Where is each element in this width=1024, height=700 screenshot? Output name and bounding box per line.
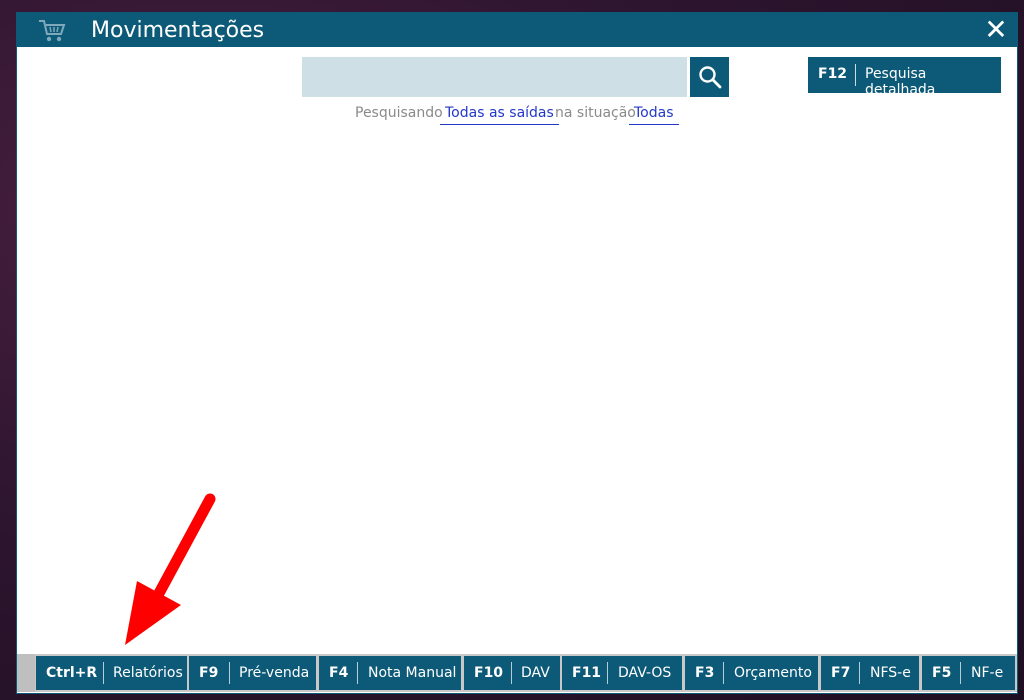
nfs-e-button[interactable]: F7 NFS-e	[821, 656, 919, 690]
search-input[interactable]	[302, 57, 687, 97]
button-label: Nota Manual	[368, 665, 457, 681]
manual-invoice-button[interactable]: F4 Nota Manual	[319, 656, 461, 690]
button-label: DAV-OS	[618, 665, 672, 681]
separator	[229, 662, 230, 684]
button-label: Pré-venda	[239, 665, 310, 681]
filter-type-link[interactable]: Todas as saídas	[440, 105, 559, 125]
shortcut-key: F10	[474, 665, 504, 681]
detailed-search-button[interactable]: F12 Pesquisa detalhada	[808, 57, 1001, 98]
shortcut-key: Ctrl+R	[46, 665, 98, 681]
footer-toolbar: Ctrl+R Relatórios F9 Pré-venda F4 Nota M…	[17, 654, 1017, 692]
search-icon	[699, 66, 722, 89]
shortcut-key: F11	[572, 665, 602, 681]
arrow-annotation	[125, 493, 216, 645]
button-label: Orçamento	[734, 665, 812, 681]
movimentacoes-window: Movimentações ✕ F12 Pesquisa detalhada P…	[16, 12, 1018, 694]
cart-icon	[39, 20, 66, 42]
separator	[607, 662, 608, 684]
pre-sale-button[interactable]: F9 Pré-venda	[189, 656, 316, 690]
separator	[103, 662, 104, 684]
separator	[855, 64, 856, 86]
separator	[723, 662, 724, 684]
separator	[859, 662, 860, 684]
button-label: DAV	[521, 665, 550, 681]
close-button[interactable]: ✕	[981, 15, 1011, 45]
shortcut-key: F12	[818, 66, 848, 82]
footer-spacer	[17, 654, 35, 692]
button-label: Pesquisa detalhada	[865, 66, 936, 98]
shortcut-key: F5	[932, 665, 952, 681]
dav-button[interactable]: F10 DAV	[464, 656, 560, 690]
search-button[interactable]	[690, 57, 729, 97]
button-label: Relatórios	[113, 665, 183, 681]
nf-e-button[interactable]: F5 NF-e	[922, 656, 1015, 690]
filter-status-link[interactable]: Todas	[629, 105, 679, 125]
title-bar: Movimentações ✕	[17, 13, 1017, 47]
shortcut-key: F4	[329, 665, 349, 681]
reports-button[interactable]: Ctrl+R Relatórios	[36, 656, 187, 690]
button-label: NF-e	[971, 665, 1004, 681]
window-title: Movimentações	[91, 18, 265, 43]
dav-os-button[interactable]: F11 DAV-OS	[562, 656, 682, 690]
separator	[960, 662, 961, 684]
shortcut-key: F9	[199, 665, 219, 681]
shortcut-key: F3	[695, 665, 715, 681]
close-icon: ✕	[984, 13, 1008, 46]
filter-prefix: Pesquisando	[355, 105, 443, 121]
separator	[511, 662, 512, 684]
quote-button[interactable]: F3 Orçamento	[685, 656, 818, 690]
shortcut-key: F7	[831, 665, 851, 681]
button-label: NFS-e	[870, 665, 911, 681]
separator	[357, 662, 358, 684]
filter-middle: na situação	[555, 105, 636, 121]
